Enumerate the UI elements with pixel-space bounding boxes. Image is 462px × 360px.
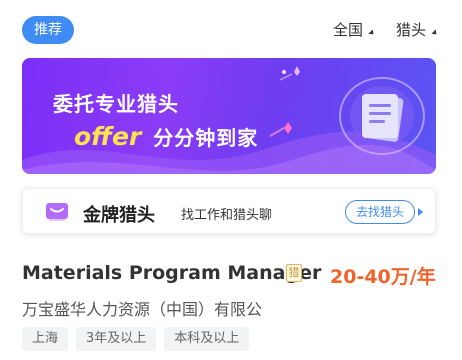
type-filter[interactable]: 猎头 bbox=[396, 20, 439, 40]
tag-experience: 3年及以上 bbox=[76, 327, 157, 351]
find-headhunter-button[interactable]: 去找猎头 bbox=[345, 200, 415, 224]
headhunter-banner[interactable]: 委托专业猎头 offer 分分钟到家 bbox=[22, 58, 436, 174]
banner-subline-text: 分分钟到家 bbox=[153, 126, 259, 150]
banner-offer-text: offer bbox=[74, 122, 142, 151]
tag-education: 本科及以上 bbox=[164, 327, 250, 351]
chat-message-icon bbox=[46, 203, 68, 221]
banner-subline: offer 分分钟到家 bbox=[74, 122, 258, 151]
banner-headline: 委托专业猎头 bbox=[53, 92, 179, 116]
job-title[interactable]: Materials Program Manager bbox=[22, 262, 321, 284]
tab-recommended[interactable]: 推荐 bbox=[22, 16, 74, 44]
tag-location: 上海 bbox=[22, 327, 69, 351]
document-icon bbox=[339, 77, 425, 155]
city-filter[interactable]: 全国 bbox=[333, 20, 376, 40]
gold-headhunter-card[interactable]: 金牌猎头 找工作和猎头聊 去找猎头 bbox=[22, 188, 436, 234]
gold-card-description: 找工作和猎头聊 bbox=[181, 208, 273, 223]
gold-card-title: 金牌猎头 bbox=[83, 205, 155, 226]
company-name-fade bbox=[272, 294, 312, 316]
top-bar: 推荐 全国 猎头 bbox=[0, 0, 462, 58]
job-salary: 20-40万/年 bbox=[330, 266, 436, 288]
type-filter-label: 猎头 bbox=[396, 21, 427, 39]
headhunter-badge: 猎 bbox=[286, 264, 302, 282]
arrow-right-icon[interactable] bbox=[418, 208, 423, 216]
caret-icon bbox=[431, 29, 439, 37]
city-filter-label: 全国 bbox=[333, 21, 364, 39]
caret-icon bbox=[368, 29, 376, 37]
company-name: 万宝盛华人力资源（中国）有限公 bbox=[22, 300, 263, 319]
job-tags: 上海 3年及以上 本科及以上 bbox=[22, 327, 257, 351]
